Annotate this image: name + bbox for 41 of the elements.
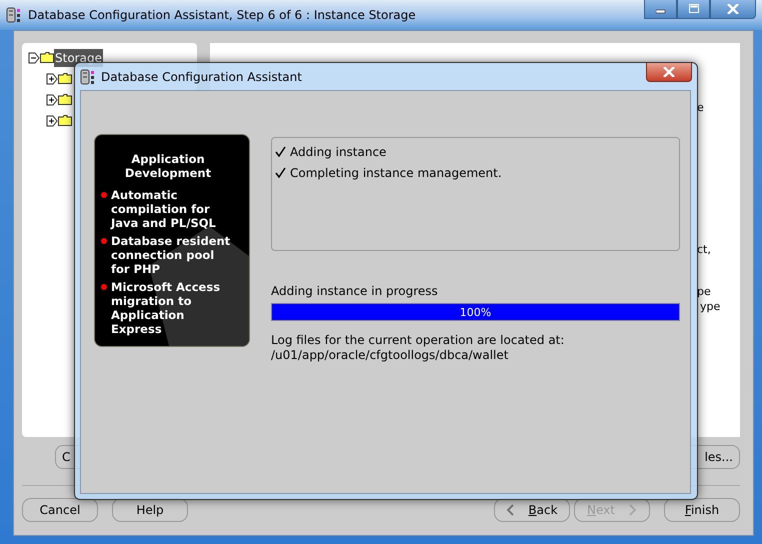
promo-bullet: Database resident connection pool for PHP [111,234,232,276]
folder-icon [58,115,72,126]
wizard-button[interactable]: Finish [664,498,740,522]
close-icon [663,67,675,77]
progress-reading: 100% [460,306,492,318]
promo-heading: Application Development [124,152,212,180]
tree-toggle-icon[interactable] [46,114,58,126]
database-icon [6,7,22,23]
bullet-dot [101,238,107,244]
bullet-dot [101,192,107,198]
tree-toggle-icon[interactable] [28,52,40,64]
wizard-button[interactable]: Cancel [22,498,98,522]
close-button[interactable] [646,63,692,82]
progress-label: Adding instance in progress [271,284,439,298]
window-title: Database Configuration Assistant, Step 6 of 6 : Instance Storage [28,8,416,22]
promo-bullet: Microsoft Access migration to Application Express [111,280,222,336]
step-label: Adding instance [290,144,386,158]
text-fragment: ype [700,300,720,313]
folder-icon [40,52,54,63]
promo-bullet: Automatic compilation for Java and PL/SQL [111,188,217,230]
folder-icon [58,94,72,105]
step-label: Completing instance management. [290,166,502,180]
dialog-title: Database Configuration Assistant [101,70,302,84]
log-text: /u01/app/oracle/cfgtoollogs/dbca/wallet [271,348,510,363]
maximize-icon [688,4,698,14]
tree-toggle-icon[interactable] [46,72,58,84]
wizard-button[interactable]: Back [494,498,570,522]
close-icon [727,4,739,14]
bullet-dot [101,284,107,290]
minimize-button[interactable] [644,0,677,19]
chevron-right-icon [628,504,637,516]
tree-toggle-icon[interactable] [46,94,58,106]
text-fragment: ct, [697,243,711,256]
database-icon [80,68,96,84]
chevron-left-icon [506,504,514,516]
folder-icon [58,73,72,84]
close-button[interactable] [710,0,756,19]
text-fragment: pe [697,285,711,298]
maximize-button[interactable] [677,0,710,19]
log-text: Log files for the current operation are located at: [271,333,566,348]
wizard-button[interactable]: Help [112,498,188,522]
